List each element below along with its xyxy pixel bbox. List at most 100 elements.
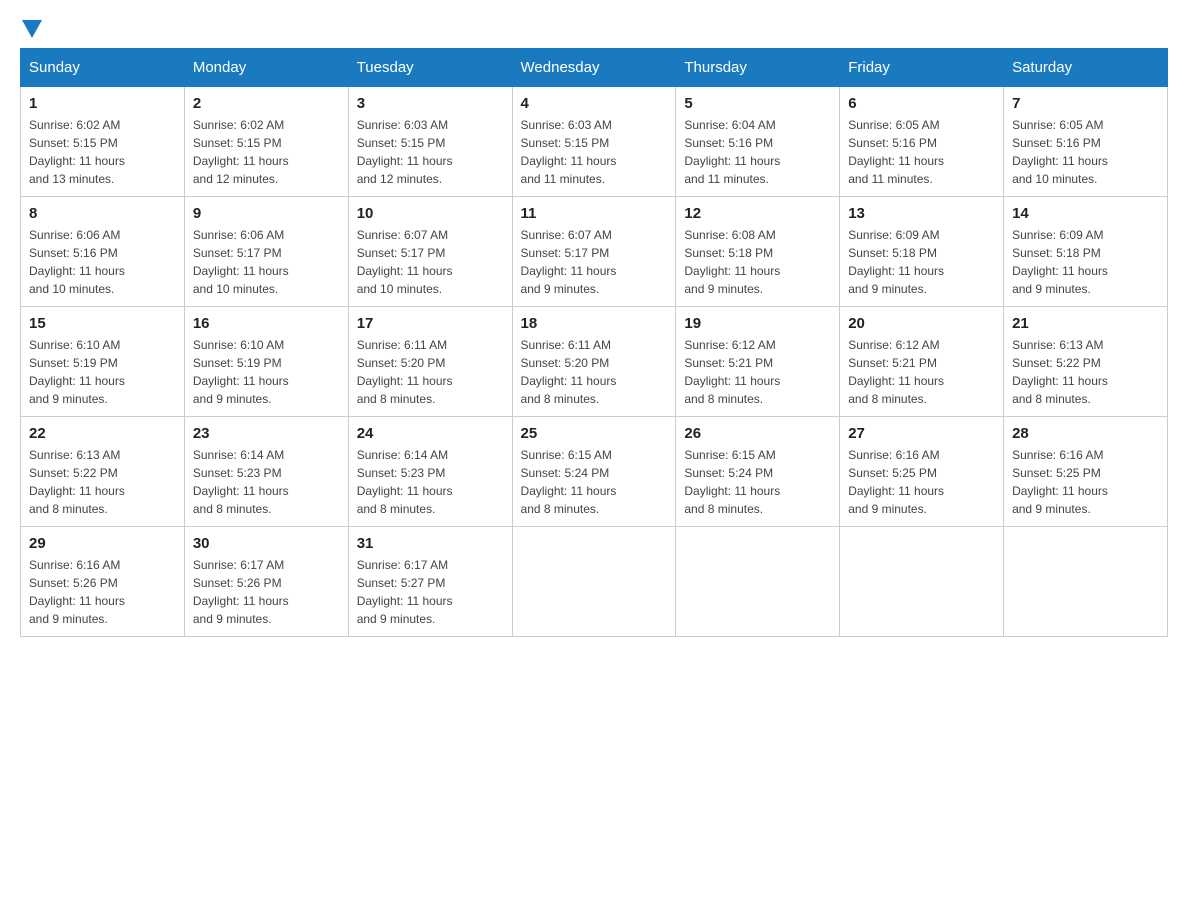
day-info: Sunrise: 6:09 AMSunset: 5:18 PMDaylight:… (1012, 226, 1159, 298)
calendar-day-header: Wednesday (512, 49, 676, 87)
day-info: Sunrise: 6:11 AMSunset: 5:20 PMDaylight:… (521, 336, 668, 408)
calendar-cell: 28 Sunrise: 6:16 AMSunset: 5:25 PMDayligh… (1004, 417, 1168, 527)
day-info: Sunrise: 6:05 AMSunset: 5:16 PMDaylight:… (848, 116, 995, 188)
day-info: Sunrise: 6:14 AMSunset: 5:23 PMDaylight:… (357, 446, 504, 518)
calendar-cell: 1Sunrise: 6:02 AMSunset: 5:15 PMDaylight… (21, 87, 185, 197)
day-info: Sunrise: 6:04 AMSunset: 5:16 PMDaylight:… (684, 116, 831, 188)
day-number: 13 (848, 205, 995, 222)
day-number: 10 (357, 205, 504, 222)
calendar-day-header: Friday (840, 49, 1004, 87)
calendar-cell: 8 Sunrise: 6:06 AMSunset: 5:16 PMDaylight… (21, 197, 185, 307)
calendar-cell: 15 Sunrise: 6:10 AMSunset: 5:19 PMDayligh… (21, 307, 185, 417)
day-info: Sunrise: 6:12 AMSunset: 5:21 PMDaylight:… (848, 336, 995, 408)
day-number: 6 (848, 95, 995, 112)
calendar-cell: 19 Sunrise: 6:12 AMSunset: 5:21 PMDayligh… (676, 307, 840, 417)
day-number: 9 (193, 205, 340, 222)
logo-triangle-icon (22, 20, 42, 38)
day-number: 11 (521, 205, 668, 222)
calendar-week-row: 1 Sunrise: 6:02 AMSunset: 5:15 PMDaylight… (21, 87, 1168, 197)
calendar-cell: 30Sunrise: 6:17 AMSunset: 5:26 PMDayligh… (184, 527, 348, 637)
day-number: 8 (29, 205, 176, 222)
day-number: 31 (357, 535, 504, 552)
day-info: Sunrise: 6:15 AMSunset: 5:24 PMDaylight:… (521, 446, 668, 518)
day-number: 25 (521, 425, 668, 442)
day-number: 5 (684, 95, 831, 112)
calendar-cell: 20 Sunrise: 6:12 AMSunset: 5:21 PMDayligh… (840, 307, 1004, 417)
day-number: 28 (1012, 425, 1159, 442)
day-number: 18 (521, 315, 668, 332)
day-info: Sunrise: 6:02 AMSunset: 5:15 PMDaylight:… (193, 116, 340, 188)
day-info: Sunrise: 6:13 AMSunset: 5:22 PMDaylight:… (1012, 336, 1159, 408)
calendar-cell: 24 Sunrise: 6:14 AMSunset: 5:23 PMDayligh… (348, 417, 512, 527)
day-number: 22 (29, 425, 176, 442)
day-number: 19 (684, 315, 831, 332)
calendar-table: SundayMondayTuesdayWednesdayThursdayFrid… (20, 48, 1168, 637)
day-number: 16 (193, 315, 340, 332)
calendar-cell: 17 Sunrise: 6:11 AMSunset: 5:20 PMDayligh… (348, 307, 512, 417)
day-number: 14 (1012, 205, 1159, 222)
day-number: 3 (357, 95, 504, 112)
day-info: Sunrise: 6:14 AMSunset: 5:23 PMDaylight:… (193, 446, 340, 518)
calendar-day-header: Tuesday (348, 49, 512, 87)
calendar-cell (676, 527, 840, 637)
calendar-week-row: 29 Sunrise: 6:16 AMSunset: 5:26 PMDayligh… (21, 527, 1168, 637)
day-number: 29 (29, 535, 176, 552)
calendar-cell (512, 527, 676, 637)
day-info: Sunrise: 6:07 AMSunset: 5:17 PMDaylight:… (521, 226, 668, 298)
day-info: Sunrise: 6:16 AMSunset: 5:25 PMDaylight:… (848, 446, 995, 518)
calendar-cell: 16 Sunrise: 6:10 AMSunset: 5:19 PMDayligh… (184, 307, 348, 417)
calendar-cell: 2 Sunrise: 6:02 AMSunset: 5:15 PMDaylight… (184, 87, 348, 197)
day-info: Sunrise: 6:13 AMSunset: 5:22 PMDaylight:… (29, 446, 176, 518)
day-info: Sunrise: 6:10 AMSunset: 5:19 PMDaylight:… (193, 336, 340, 408)
day-info: Sunrise: 6:08 AMSunset: 5:18 PMDaylight:… (684, 226, 831, 298)
calendar-cell: 6 Sunrise: 6:05 AMSunset: 5:16 PMDaylight… (840, 87, 1004, 197)
day-info: Sunrise: 6:11 AMSunset: 5:20 PMDaylight:… (357, 336, 504, 408)
calendar-cell: 3 Sunrise: 6:03 AMSunset: 5:15 PMDaylight… (348, 87, 512, 197)
calendar-cell: 23 Sunrise: 6:14 AMSunset: 5:23 PMDayligh… (184, 417, 348, 527)
day-number: 2 (193, 95, 340, 112)
day-info: Sunrise: 6:06 AMSunset: 5:16 PMDaylight:… (29, 226, 176, 298)
day-number: 20 (848, 315, 995, 332)
calendar-cell: 11 Sunrise: 6:07 AMSunset: 5:17 PMDayligh… (512, 197, 676, 307)
day-info: Sunrise: 6:16 AMSunset: 5:25 PMDaylight:… (1012, 446, 1159, 518)
day-info: Sunrise: 6:10 AMSunset: 5:19 PMDaylight:… (29, 336, 176, 408)
calendar-cell: 4Sunrise: 6:03 AMSunset: 5:15 PMDaylight… (512, 87, 676, 197)
day-number: 15 (29, 315, 176, 332)
day-info: Sunrise: 6:15 AMSunset: 5:24 PMDaylight:… (684, 446, 831, 518)
day-number: 23 (193, 425, 340, 442)
calendar-cell: 14 Sunrise: 6:09 AMSunset: 5:18 PMDayligh… (1004, 197, 1168, 307)
logo (20, 20, 44, 38)
calendar-cell (1004, 527, 1168, 637)
calendar-header-row: SundayMondayTuesdayWednesdayThursdayFrid… (21, 49, 1168, 87)
day-number: 21 (1012, 315, 1159, 332)
calendar-cell: 25 Sunrise: 6:15 AMSunset: 5:24 PMDayligh… (512, 417, 676, 527)
calendar-cell: 13 Sunrise: 6:09 AMSunset: 5:18 PMDayligh… (840, 197, 1004, 307)
day-number: 17 (357, 315, 504, 332)
calendar-cell: 21 Sunrise: 6:13 AMSunset: 5:22 PMDayligh… (1004, 307, 1168, 417)
day-info: Sunrise: 6:03 AMSunset: 5:15 PMDaylight:… (521, 116, 668, 188)
day-number: 7 (1012, 95, 1159, 112)
calendar-week-row: 15 Sunrise: 6:10 AMSunset: 5:19 PMDayligh… (21, 307, 1168, 417)
calendar-cell: 27 Sunrise: 6:16 AMSunset: 5:25 PMDayligh… (840, 417, 1004, 527)
day-info: Sunrise: 6:09 AMSunset: 5:18 PMDaylight:… (848, 226, 995, 298)
calendar-cell: 9 Sunrise: 6:06 AMSunset: 5:17 PMDaylight… (184, 197, 348, 307)
day-info: Sunrise: 6:06 AMSunset: 5:17 PMDaylight:… (193, 226, 340, 298)
calendar-cell: 10 Sunrise: 6:07 AMSunset: 5:17 PMDayligh… (348, 197, 512, 307)
day-number: 1 (29, 95, 176, 112)
day-info: Sunrise: 6:05 AMSunset: 5:16 PMDaylight:… (1012, 116, 1159, 188)
day-number: 24 (357, 425, 504, 442)
calendar-week-row: 22 Sunrise: 6:13 AMSunset: 5:22 PMDayligh… (21, 417, 1168, 527)
calendar-day-header: Sunday (21, 49, 185, 87)
calendar-cell: 5 Sunrise: 6:04 AMSunset: 5:16 PMDaylight… (676, 87, 840, 197)
calendar-cell: 18 Sunrise: 6:11 AMSunset: 5:20 PMDayligh… (512, 307, 676, 417)
calendar-week-row: 8 Sunrise: 6:06 AMSunset: 5:16 PMDaylight… (21, 197, 1168, 307)
calendar-cell: 12 Sunrise: 6:08 AMSunset: 5:18 PMDayligh… (676, 197, 840, 307)
day-info: Sunrise: 6:16 AMSunset: 5:26 PMDaylight:… (29, 556, 176, 628)
day-info: Sunrise: 6:12 AMSunset: 5:21 PMDaylight:… (684, 336, 831, 408)
day-info: Sunrise: 6:17 AMSunset: 5:27 PMDaylight:… (357, 556, 504, 628)
calendar-day-header: Saturday (1004, 49, 1168, 87)
day-number: 27 (848, 425, 995, 442)
day-info: Sunrise: 6:03 AMSunset: 5:15 PMDaylight:… (357, 116, 504, 188)
day-number: 12 (684, 205, 831, 222)
day-info: Sunrise: 6:07 AMSunset: 5:17 PMDaylight:… (357, 226, 504, 298)
